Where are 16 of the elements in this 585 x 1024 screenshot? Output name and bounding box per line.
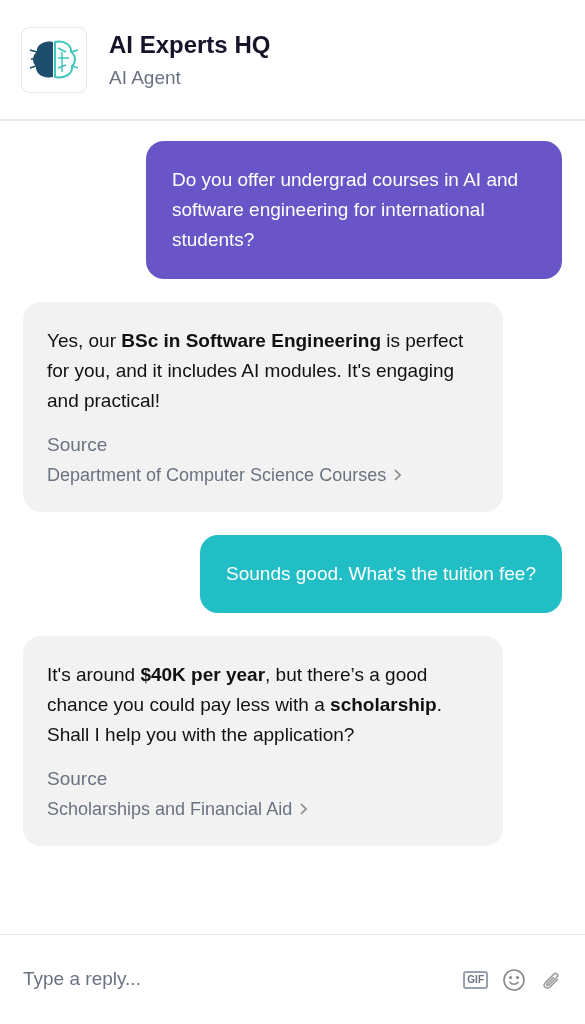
source-label: Source [47, 767, 109, 791]
source-link[interactable]: Scholarships and Financial Aid [47, 794, 308, 824]
gif-button[interactable]: GIF [463, 970, 488, 989]
chevron-right-icon [300, 803, 308, 815]
agent-message: Yes, our BSc in Software Engineering is perfect for you, and it includes AI modules. It's engaging and practical! [47, 329, 465, 413]
chevron-right-icon [394, 469, 402, 481]
user-message: Sounds good. What's the tuition fee? [200, 535, 562, 613]
emoji-icon[interactable] [502, 967, 526, 992]
source-label: Source [47, 433, 109, 457]
source-link[interactable]: Department of Computer Science Courses [47, 460, 402, 490]
agent-message: It's around $40K per year, but there’s a good chance you could pay less with a scholarship. Shall I help you with the application? [47, 663, 443, 747]
user-message: Do you offer undergrad courses in AI and software engineering for international students? [146, 141, 562, 279]
chat-subtitle: AI Agent [109, 65, 182, 90]
chat-title: AI Experts HQ [109, 29, 271, 60]
brain-logo [21, 26, 87, 93]
reply-field[interactable]: Type a reply... [23, 965, 450, 994]
